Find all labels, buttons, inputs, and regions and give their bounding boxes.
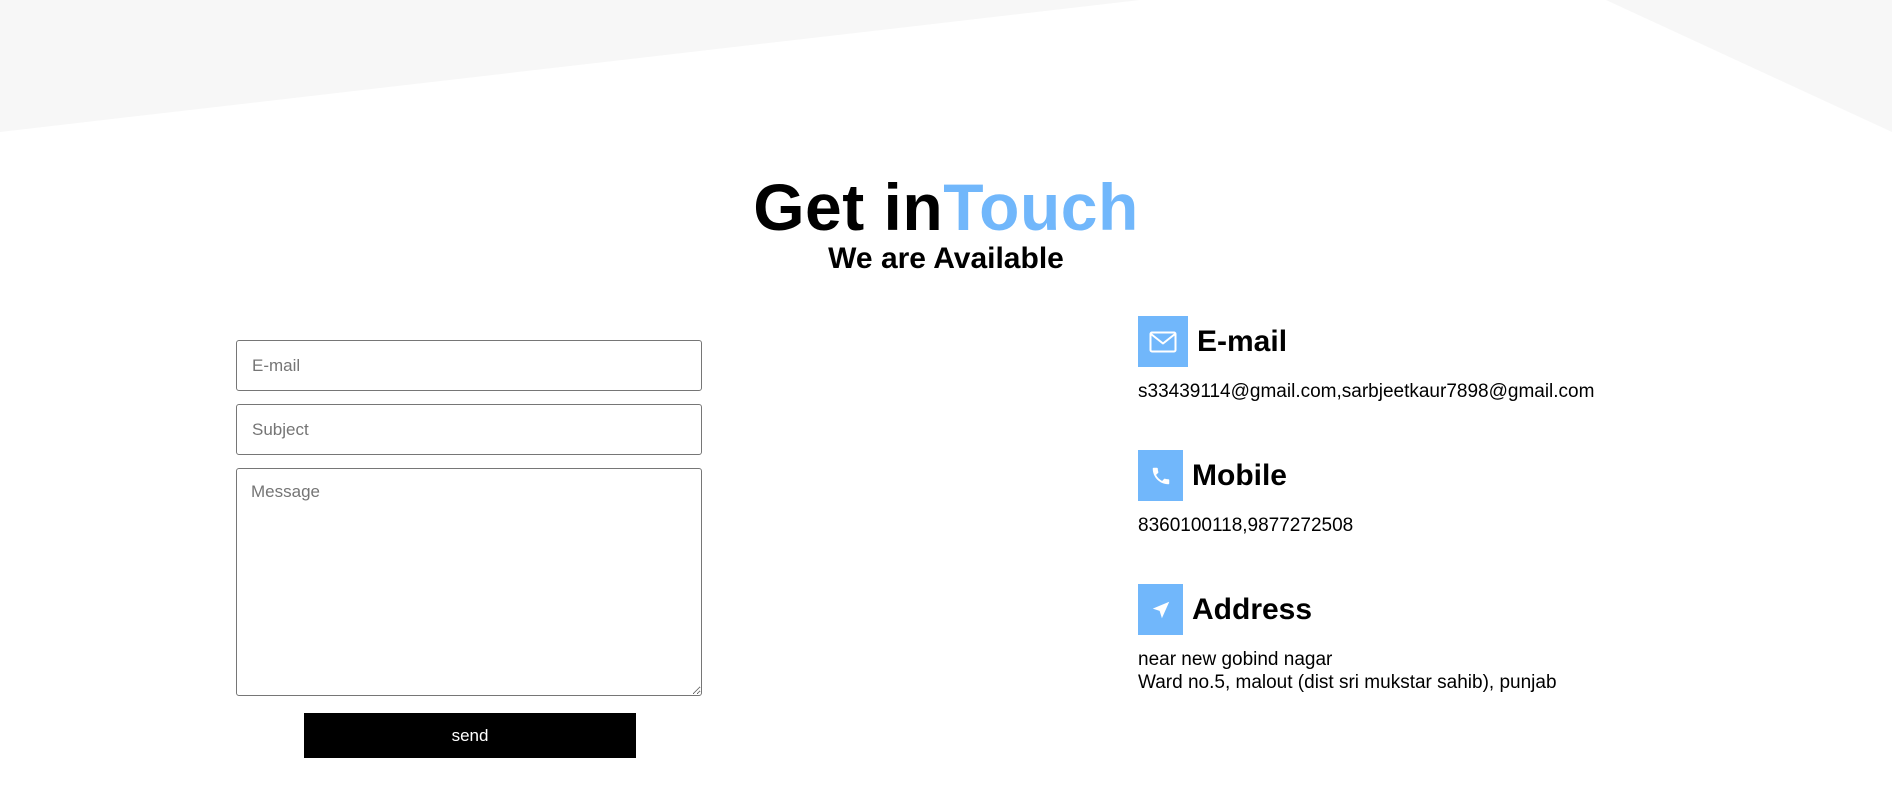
contact-mobile-label: Mobile <box>1192 458 1287 492</box>
message-textarea[interactable] <box>236 468 702 696</box>
contact-form: send <box>236 340 702 758</box>
page-subtitle: We are Available <box>828 242 1064 275</box>
contact-mobile-header: Mobile <box>1138 450 1353 501</box>
contact-address-header: Address <box>1138 584 1557 635</box>
address-line-2: Ward no.5, malout (dist sri mukstar sahi… <box>1138 672 1557 693</box>
phone-icon <box>1138 450 1183 501</box>
contact-email-header: E-mail <box>1138 316 1594 367</box>
contact-address-value: near new gobind nagar Ward no.5, malout … <box>1138 648 1557 694</box>
section-heading: Get inTouch We are Available <box>0 168 1892 276</box>
send-button[interactable]: send <box>304 713 636 758</box>
location-arrow-icon <box>1138 584 1183 635</box>
address-line-1: near new gobind nagar <box>1138 649 1333 670</box>
email-input[interactable] <box>236 340 702 391</box>
background-shape <box>0 0 1892 132</box>
contact-mobile-value: 8360100118,9877272508 <box>1138 515 1354 536</box>
contact-email-block: E-mail s33439114@gmail.com,sarbjeetkaur7… <box>1138 316 1594 403</box>
envelope-icon <box>1138 316 1188 367</box>
contact-email-value: s33439114@gmail.com,sarbjeetkaur7898@gma… <box>1138 381 1595 402</box>
contact-email-label: E-mail <box>1197 324 1288 358</box>
page-title: Get inTouch <box>0 168 1892 246</box>
contact-address-label: Address <box>1192 592 1313 626</box>
title-main: Get in <box>753 170 944 244</box>
contact-address-block: Address near new gobind nagar Ward no.5,… <box>1138 584 1557 694</box>
subject-input[interactable] <box>236 404 702 455</box>
title-accent: Touch <box>943 170 1139 244</box>
contact-mobile-block: Mobile 8360100118,9877272508 <box>1138 450 1353 537</box>
